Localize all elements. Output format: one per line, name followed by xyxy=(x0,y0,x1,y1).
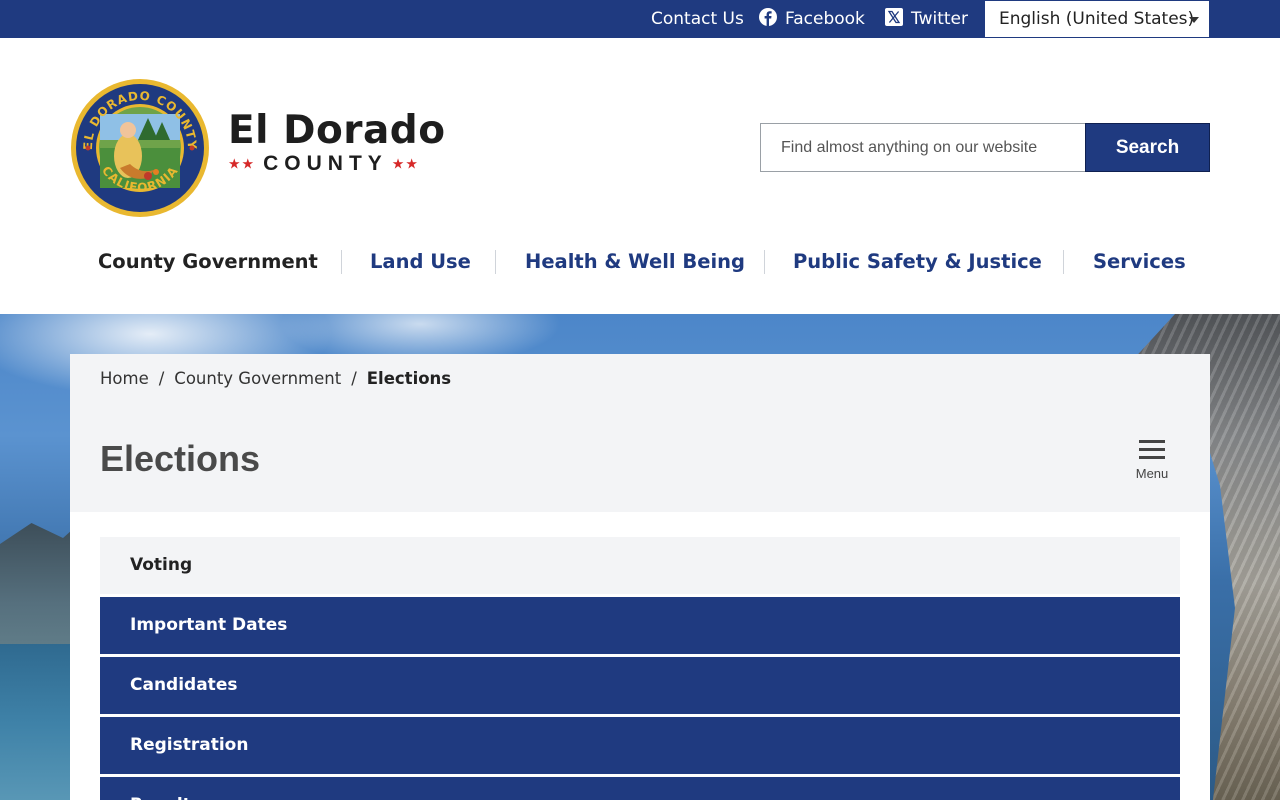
facebook-link[interactable]: Facebook xyxy=(759,0,865,38)
accordion-candidates[interactable]: Candidates xyxy=(100,657,1180,714)
breadcrumb-separator: / xyxy=(351,369,357,388)
county-seal-logo[interactable]: EL DORADO COUNTY CALIFORNIA xyxy=(70,78,210,218)
breadcrumb: Home / County Government / Elections xyxy=(100,369,451,391)
breadcrumb-separator: / xyxy=(158,369,165,388)
site-title[interactable]: El Dorado xyxy=(228,108,446,153)
content-panel: Home / County Government / Elections Electio… xyxy=(70,354,1210,800)
site-subtitle-text: COUNTY xyxy=(263,152,388,175)
search-input[interactable] xyxy=(760,123,1086,172)
nav-divider xyxy=(495,250,496,274)
breadcrumb-county-government[interactable]: County Government xyxy=(174,369,341,388)
breadcrumb-current: Elections xyxy=(366,369,452,388)
menu-label: Menu xyxy=(1135,466,1169,481)
accordion-results[interactable]: Results xyxy=(100,777,1180,800)
main-navigation: County Government Land Use Health & Well… xyxy=(70,236,1210,288)
nav-divider xyxy=(764,250,765,274)
breadcrumb-home[interactable]: Home xyxy=(100,369,149,388)
nav-county-government[interactable]: County Government xyxy=(98,236,318,288)
utility-bar: Contact Us Facebook Twitter English (Uni… xyxy=(0,0,1280,38)
search-button[interactable]: Search xyxy=(1085,123,1210,172)
language-select[interactable]: English (United States) xyxy=(984,0,1210,38)
page-title: Elections xyxy=(100,438,261,479)
page-header: Home / County Government / Elections Electio… xyxy=(70,354,1210,512)
site-subtitle: ★★ COUNTY ★★ xyxy=(228,152,419,178)
stars-left: ★★ xyxy=(228,155,256,172)
chevron-down-icon xyxy=(1189,17,1199,23)
facebook-label: Facebook xyxy=(785,9,865,29)
nav-divider xyxy=(341,250,342,274)
twitter-x-icon xyxy=(885,8,903,26)
stars-right: ★★ xyxy=(391,155,419,172)
lake-left xyxy=(0,644,75,800)
facebook-icon xyxy=(759,8,777,26)
language-select-value: English (United States) xyxy=(999,9,1195,29)
twitter-link[interactable]: Twitter xyxy=(885,0,968,38)
nav-land-use[interactable]: Land Use xyxy=(370,236,471,288)
contact-us-link[interactable]: Contact Us xyxy=(651,0,744,38)
nav-divider xyxy=(1063,250,1064,274)
accordion-registration[interactable]: Registration xyxy=(100,717,1180,774)
accordion-voting[interactable]: Voting xyxy=(100,537,1180,594)
hamburger-icon xyxy=(1139,440,1165,460)
accordion-important-dates[interactable]: Important Dates xyxy=(100,597,1180,654)
twitter-label: Twitter xyxy=(911,9,968,29)
nav-public-safety-justice[interactable]: Public Safety & Justice xyxy=(793,236,1042,288)
menu-button[interactable]: Menu xyxy=(1130,440,1174,484)
nav-health-well-being[interactable]: Health & Well Being xyxy=(525,236,745,288)
nav-services[interactable]: Services xyxy=(1093,236,1186,288)
